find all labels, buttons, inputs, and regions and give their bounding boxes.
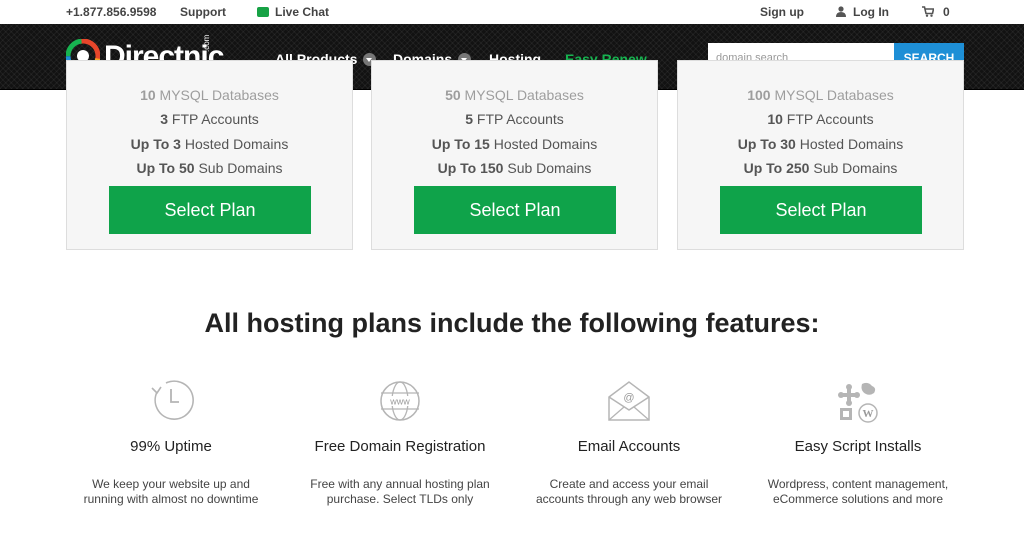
plan-card-starter: 10 MYSQL Databases 3 FTP Accounts Up To … xyxy=(66,60,353,250)
plan-sub-domains: Up To 50 Sub Domains xyxy=(67,160,352,176)
select-plan-button[interactable]: Select Plan xyxy=(109,186,311,234)
utility-bar: +1.877.856.9598 Support Live Chat Sign u… xyxy=(0,0,1024,24)
feature-title: 99% Uptime xyxy=(130,438,212,455)
svg-text:www: www xyxy=(389,397,410,407)
plan-mysql-label: MYSQL Databases xyxy=(155,87,279,103)
plan-hosted-label: Hosted Domains xyxy=(795,136,904,152)
plan-hosted-prefix: Up To xyxy=(130,136,174,152)
plan-sub-domains: Up To 250 Sub Domains xyxy=(678,160,963,176)
plan-ftp: 5 FTP Accounts xyxy=(372,111,657,127)
plan-ftp-label: FTP Accounts xyxy=(473,111,564,127)
plan-hosted-domains: Up To 15 Hosted Domains xyxy=(372,136,657,152)
phone-number[interactable]: +1.877.856.9598 xyxy=(66,5,156,19)
live-chat-label: Live Chat xyxy=(275,5,330,19)
logo-com-suffix: .com xyxy=(202,34,211,52)
plan-mysql: 10 MYSQL Databases xyxy=(67,87,352,103)
chat-bubble-icon xyxy=(257,7,269,17)
envelope-at-icon: @ xyxy=(608,381,650,421)
plan-ftp: 3 FTP Accounts xyxy=(67,111,352,127)
feature-description: Free with any annual hosting plan purcha… xyxy=(310,477,490,506)
plan-sub-count: 50 xyxy=(179,160,195,176)
plan-ftp-count: 10 xyxy=(767,111,783,127)
plan-mysql-count: 10 xyxy=(140,87,156,103)
plan-sub-prefix: Up To xyxy=(136,160,179,176)
cart-icon xyxy=(922,6,934,17)
plan-sub-label: Sub Domains xyxy=(194,160,283,176)
plan-hosted-count: 3 xyxy=(173,136,181,152)
plan-mysql: 100 MYSQL Databases xyxy=(678,87,963,103)
feature-email-accounts: @ Email Accounts Create and access your … xyxy=(514,378,744,507)
plan-hosted-domains: Up To 3 Hosted Domains xyxy=(67,136,352,152)
plan-sub-label: Sub Domains xyxy=(503,160,592,176)
plan-hosted-label: Hosted Domains xyxy=(489,136,598,152)
live-chat-link[interactable]: Live Chat xyxy=(257,5,329,19)
sign-up-link[interactable]: Sign up xyxy=(760,5,804,19)
plan-ftp-label: FTP Accounts xyxy=(782,111,874,127)
plan-ftp: 10 FTP Accounts xyxy=(678,111,963,127)
log-in-link[interactable]: Log In xyxy=(836,5,889,19)
feature-title: Email Accounts xyxy=(577,438,681,455)
plan-sub-prefix: Up To xyxy=(743,160,787,176)
plan-sub-count: 150 xyxy=(480,160,504,176)
feature-title: Easy Script Installs xyxy=(794,438,922,455)
plan-ftp-label: FTP Accounts xyxy=(168,111,259,127)
globe-www-icon: www xyxy=(380,381,420,421)
clock-icon xyxy=(151,380,194,420)
plan-sub-label: Sub Domains xyxy=(809,160,898,176)
plan-sub-count: 250 xyxy=(786,160,810,176)
plan-hosted-prefix: Up To xyxy=(737,136,781,152)
log-in-label: Log In xyxy=(853,5,889,19)
plan-hosted-count: 30 xyxy=(780,136,796,152)
plan-sub-domains: Up To 150 Sub Domains xyxy=(372,160,657,176)
svg-text:W: W xyxy=(863,408,874,420)
plan-ftp-count: 5 xyxy=(465,111,473,127)
feature-title: Free Domain Registration xyxy=(314,438,486,455)
plan-mysql-label: MYSQL Databases xyxy=(770,87,894,103)
plan-sub-prefix: Up To xyxy=(437,160,481,176)
plan-hosted-prefix: Up To xyxy=(431,136,475,152)
feature-uptime: 99% Uptime We keep your website up and r… xyxy=(56,378,286,507)
plan-card-premium: 100 MYSQL Databases 10 FTP Accounts Up T… xyxy=(677,60,964,250)
svg-text:@: @ xyxy=(623,392,634,404)
feature-description: Wordpress, content management, eCommerce… xyxy=(767,477,949,506)
select-plan-button[interactable]: Select Plan xyxy=(414,186,616,234)
feature-description: Create and access your email accounts th… xyxy=(535,477,723,506)
plan-mysql-label: MYSQL Databases xyxy=(460,87,584,103)
feature-description: We keep your website up and running with… xyxy=(83,477,259,506)
plan-ftp-count: 3 xyxy=(160,111,168,127)
support-link[interactable]: Support xyxy=(180,5,226,19)
feature-domain-registration: www Free Domain Registration Free with a… xyxy=(285,378,515,507)
plan-card-standard: 50 MYSQL Databases 5 FTP Accounts Up To … xyxy=(371,60,658,250)
user-icon xyxy=(836,6,846,17)
cms-logos-icon: W xyxy=(838,382,878,423)
plan-hosted-label: Hosted Domains xyxy=(180,136,289,152)
features-heading: All hosting plans include the following … xyxy=(204,308,820,338)
cart-link[interactable]: 0 xyxy=(922,5,950,19)
plan-mysql-count: 100 xyxy=(747,87,771,103)
plan-hosted-domains: Up To 30 Hosted Domains xyxy=(678,136,963,152)
cart-count: 0 xyxy=(943,5,950,19)
plan-mysql: 50 MYSQL Databases xyxy=(372,87,657,103)
plan-hosted-count: 15 xyxy=(474,136,490,152)
plan-mysql-count: 50 xyxy=(445,87,461,103)
select-plan-button[interactable]: Select Plan xyxy=(720,186,922,234)
feature-script-installs: W Easy Script Installs Wordpress, conten… xyxy=(743,378,973,507)
